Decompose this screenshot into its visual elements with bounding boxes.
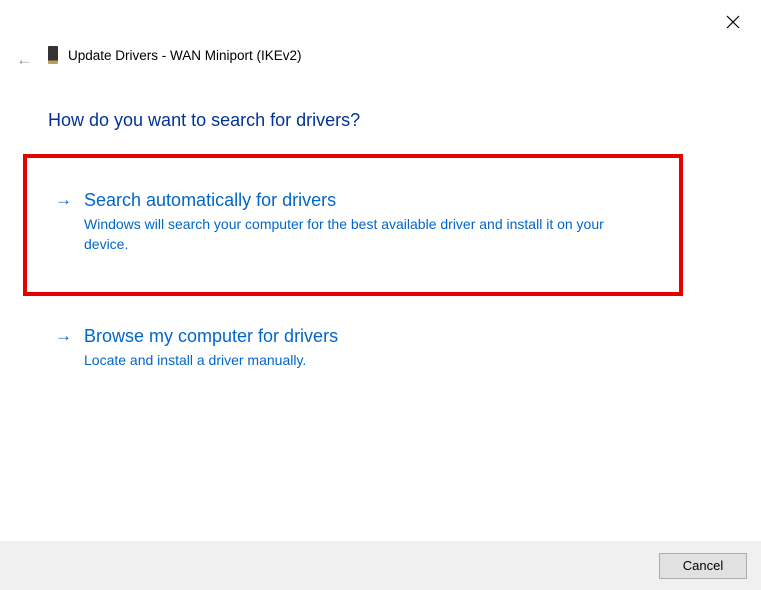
back-arrow-icon[interactable]: ← [16,50,33,70]
device-icon [48,46,58,64]
window-title: Update Drivers - WAN Miniport (IKEv2) [68,48,302,63]
option-content: Browse my computer for drivers Locate an… [84,324,338,370]
option-browse-computer[interactable]: → Browse my computer for drivers Locate … [55,324,655,370]
option-title: Browse my computer for drivers [84,324,338,348]
option-description: Windows will search your computer for th… [84,214,639,254]
footer-bar: Cancel [0,541,761,590]
page-heading: How do you want to search for drivers? [48,110,360,131]
close-button[interactable] [723,12,743,32]
option-description: Locate and install a driver manually. [84,350,338,370]
arrow-right-icon: → [55,188,72,212]
window-header: Update Drivers - WAN Miniport (IKEv2) [48,46,302,64]
option-content: Search automatically for drivers Windows… [84,188,639,254]
option-search-automatically[interactable]: → Search automatically for drivers Windo… [55,188,655,254]
cancel-button[interactable]: Cancel [659,553,747,579]
arrow-right-icon: → [55,324,72,348]
option-title: Search automatically for drivers [84,188,639,212]
close-icon [726,15,740,29]
